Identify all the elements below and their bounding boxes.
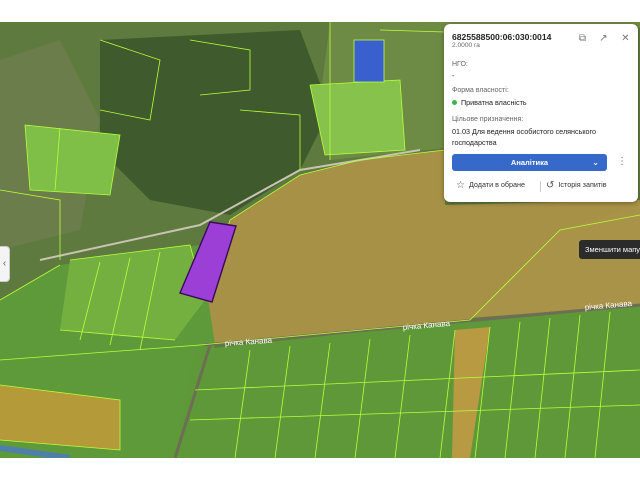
star-icon: ☆ <box>456 180 465 191</box>
more-options-icon[interactable]: ⋮ <box>617 156 627 168</box>
green-parcel-west <box>25 125 120 195</box>
ownership-value: Приватна власність <box>461 98 527 107</box>
purpose-value-line1: 01.03 Для ведення особистого селянського <box>452 127 597 136</box>
history-button[interactable]: ↺ Історія запитів <box>546 180 607 191</box>
chevron-left-icon: ‹ <box>2 258 7 269</box>
parcel-area: 2.0000 га <box>452 42 480 49</box>
cadastral-number: 6825588500:06:030:0014 <box>452 32 552 42</box>
history-label: Історія запитів <box>558 180 607 189</box>
analytics-button[interactable]: Аналітика ⌄ <box>452 154 607 171</box>
status-dot <box>452 100 457 105</box>
shrink-map-tooltip: Зменшити мапу <box>579 240 640 259</box>
action-divider <box>540 181 541 192</box>
ngo-value: - <box>452 71 455 80</box>
history-icon: ↺ <box>546 180 555 191</box>
copy-icon[interactable]: ⧉ <box>577 33 588 44</box>
close-icon[interactable]: ✕ <box>620 33 631 44</box>
green-parcel-north <box>310 80 405 155</box>
add-favorite-button[interactable]: ☆ Додати в обране <box>456 180 525 191</box>
analytics-button-label: Аналітика <box>510 158 549 167</box>
add-favorite-label: Додати в обране <box>468 180 525 189</box>
purpose-value-line2: господарства <box>452 138 497 147</box>
open-external-icon[interactable]: ↗ <box>598 33 609 44</box>
purpose-label: Цільове призначення: <box>452 116 524 123</box>
parcel-info-panel: 6825588500:06:030:0014 2.0000 га ⧉ ↗ ✕ Н… <box>444 24 638 202</box>
ownership-label: Форма власності: <box>452 87 509 94</box>
blue-parcel[interactable] <box>353 39 385 83</box>
expand-sidebar-handle[interactable]: ‹ <box>0 246 10 282</box>
ngo-label: НГО: <box>452 61 468 68</box>
chevron-down-icon: ⌄ <box>592 158 599 167</box>
